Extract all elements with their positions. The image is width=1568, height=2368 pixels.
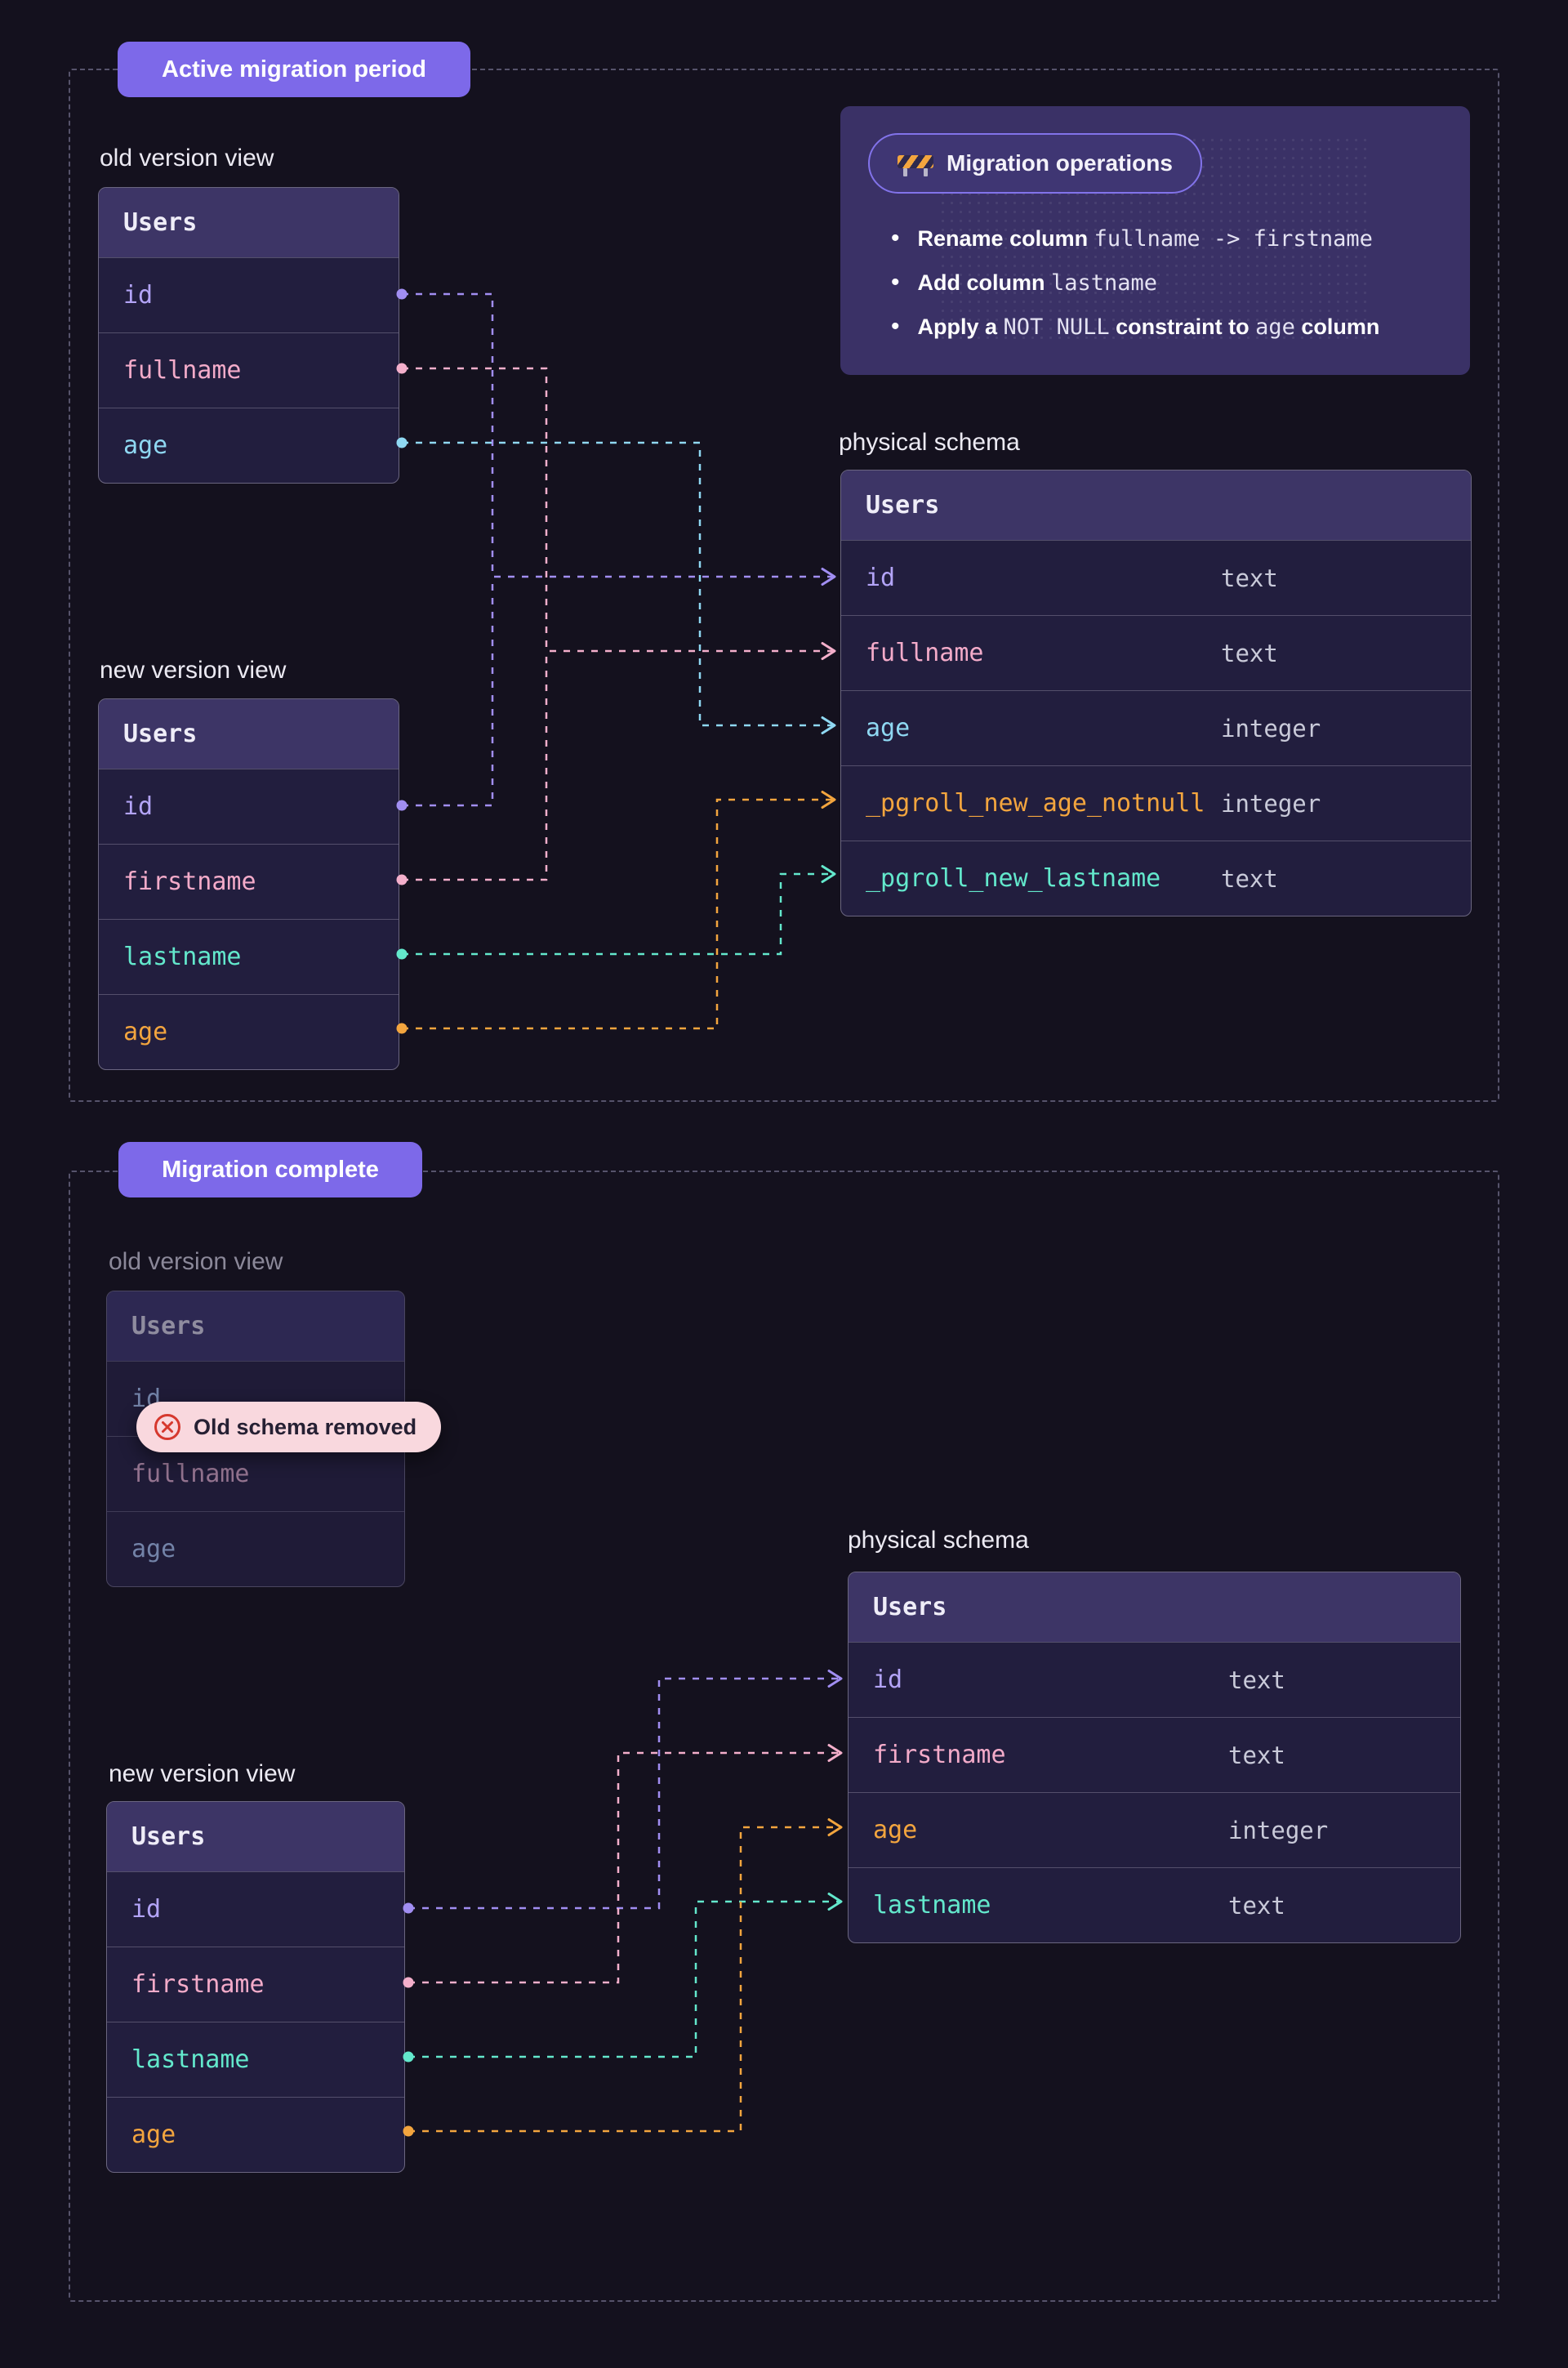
table-row: fullname text [841, 615, 1471, 690]
table-row: firstname [107, 1947, 404, 2022]
table-row: _pgroll_new_age_notnull integer [841, 765, 1471, 841]
column-name: firstname [123, 867, 256, 896]
column-name: id [873, 1666, 902, 1694]
physical-schema-table: Users id text fullname text age integer … [840, 470, 1472, 916]
column-type: text [1228, 1666, 1285, 1694]
column-name: firstname [131, 1970, 265, 1999]
new-version-view-label: new version view [100, 656, 286, 685]
old-version-view-label-removed: old version view [109, 1247, 283, 1277]
table-row: fullname [99, 332, 399, 408]
table-title: Users [99, 699, 399, 769]
column-name: _pgroll_new_lastname [866, 864, 1160, 893]
column-name: age [873, 1816, 917, 1844]
table-row: _pgroll_new_lastname text [841, 841, 1471, 916]
column-name: fullname [866, 639, 984, 667]
physical-schema-label-complete: physical schema [848, 1526, 1029, 1555]
physical-schema-table-complete: Users id text firstname text age integer… [848, 1572, 1461, 1943]
table-row: id [99, 257, 399, 332]
column-type: text [1228, 1892, 1285, 1920]
table-row: firstname text [849, 1717, 1460, 1792]
table-row: lastname text [849, 1867, 1460, 1942]
column-type: integer [1228, 1817, 1328, 1844]
table-row: age integer [841, 690, 1471, 765]
table-row: id text [849, 1642, 1460, 1717]
table-row: id [99, 769, 399, 844]
column-type: text [1221, 865, 1278, 893]
column-name: fullname [131, 1460, 250, 1488]
table-row: age [107, 1511, 404, 1586]
migration-operation-item: •Add column lastname [891, 261, 1379, 305]
column-name: id [123, 792, 153, 821]
new-version-view-table: Users id firstname lastname age [98, 698, 399, 1070]
migration-complete-badge: Migration complete [118, 1142, 422, 1197]
migration-operations-list: •Rename column fullname -> firstname•Add… [891, 216, 1379, 349]
column-type: text [1221, 640, 1278, 667]
old-version-view-label: old version view [100, 144, 274, 173]
column-name: id [131, 1895, 161, 1924]
table-title: Users [107, 1802, 404, 1871]
table-row: age integer [849, 1792, 1460, 1867]
column-name: age [866, 714, 910, 743]
column-name: id [123, 281, 153, 310]
column-type: text [1221, 564, 1278, 592]
column-name: age [123, 1018, 167, 1046]
table-row: age [107, 2097, 404, 2172]
column-name: lastname [873, 1891, 991, 1920]
construction-icon [898, 150, 933, 176]
column-name: id [866, 564, 895, 592]
circle-x-icon [153, 1412, 182, 1442]
column-name: age [123, 431, 167, 460]
column-name: age [131, 1535, 176, 1563]
column-name: fullname [123, 356, 242, 385]
table-row: lastname [99, 919, 399, 994]
column-type: integer [1221, 715, 1321, 743]
table-row: lastname [107, 2022, 404, 2097]
old-schema-removed-text: Old schema removed [194, 1415, 416, 1440]
table-row: id text [841, 540, 1471, 615]
table-title: Users [841, 470, 1471, 540]
table-row: age [99, 994, 399, 1069]
table-row: id [107, 1871, 404, 1947]
new-version-view-label-complete: new version view [109, 1759, 295, 1789]
column-type: integer [1221, 790, 1321, 818]
migration-diagram: Active migration period old version view… [0, 0, 1568, 2368]
table-title: Users [849, 1572, 1460, 1642]
physical-schema-label: physical schema [839, 428, 1020, 457]
column-name: lastname [123, 943, 242, 971]
migration-operation-item: •Apply a NOT NULL constraint to age colu… [891, 305, 1379, 349]
column-name: age [131, 2120, 176, 2149]
table-title: Users [99, 188, 399, 257]
migration-operations-header: Migration operations [868, 133, 1202, 194]
column-name: lastname [131, 2045, 250, 2074]
old-version-view-table: Users id fullname age [98, 187, 399, 484]
column-name: firstname [873, 1741, 1006, 1769]
active-migration-badge: Active migration period [118, 42, 470, 97]
table-row: age [99, 408, 399, 483]
new-version-view-table-complete: Users id firstname lastname age [106, 1801, 405, 2173]
column-type: text [1228, 1741, 1285, 1769]
migration-operations-title: Migration operations [947, 150, 1173, 176]
migration-operations-panel: Migration operations •Rename column full… [840, 106, 1470, 375]
old-schema-removed-badge: Old schema removed [136, 1402, 441, 1452]
table-title: Users [107, 1291, 404, 1361]
migration-operation-item: •Rename column fullname -> firstname [891, 216, 1379, 261]
table-row: firstname [99, 844, 399, 919]
column-name: _pgroll_new_age_notnull [866, 789, 1205, 818]
